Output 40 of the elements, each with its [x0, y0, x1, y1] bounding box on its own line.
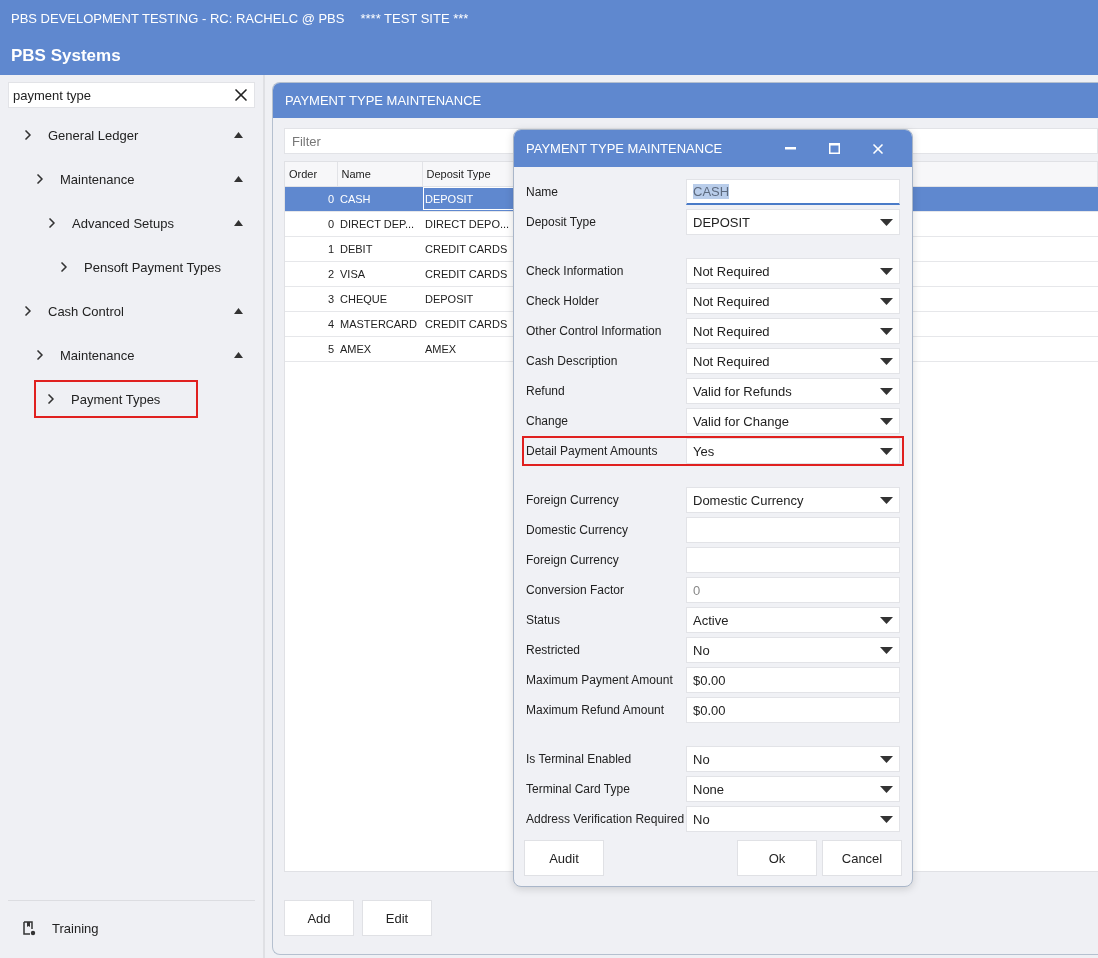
field-label: Foreign Currency	[526, 493, 620, 507]
table-cell: CASH	[337, 186, 422, 211]
table-cell: 1	[285, 236, 337, 261]
field-label: Foreign Currency	[526, 553, 620, 567]
field-label: Check Information	[526, 264, 625, 278]
table-cell: 0	[285, 211, 337, 236]
table-cell: 2	[285, 261, 337, 286]
table-cell: DIRECT DEP...	[337, 211, 422, 236]
table-cell: 3	[285, 286, 337, 311]
environment-title: PBS DEVELOPMENT TESTING - RC: RACHELC @ PBS	[11, 11, 345, 26]
site-note: **** TEST SITE ***	[360, 11, 469, 26]
field-label: Address Verification Required	[526, 812, 686, 826]
field-label: Change	[526, 414, 570, 428]
field-label: Refund	[526, 384, 566, 398]
field-label: Domestic Currency	[526, 523, 630, 537]
table-cell: AMEX	[337, 336, 422, 361]
table-cell: CHEQUE	[337, 286, 422, 311]
panel-title: PAYMENT TYPE MAINTENANCE	[273, 83, 1098, 118]
field-label: Other Control Information	[526, 324, 663, 338]
table-cell: 0	[285, 186, 337, 211]
table-cell: MASTERCARD	[337, 311, 422, 336]
field-label: Cash Description	[526, 354, 619, 368]
dialog-title: PAYMENT TYPE MAINTENANCE	[526, 141, 724, 156]
field-label: Maximum Refund Amount	[526, 703, 666, 717]
field-label: Detail Payment Amounts	[526, 444, 659, 458]
field-label: Check Holder	[526, 294, 600, 308]
app-name: PBS Systems	[11, 45, 122, 67]
table-cell: VISA	[337, 261, 422, 286]
field-label: Name	[526, 185, 559, 199]
field-label: Maximum Payment Amount	[526, 673, 674, 687]
field-label: Is Terminal Enabled	[526, 752, 633, 766]
readonly-field: 0	[686, 577, 900, 603]
field-label: Conversion Factor	[526, 583, 626, 597]
table-cell: DEBIT	[337, 236, 422, 261]
field-label: Terminal Card Type	[526, 782, 631, 796]
field-label: Deposit Type	[526, 215, 597, 229]
table-cell: 4	[285, 311, 337, 336]
field-label: Status	[526, 613, 562, 627]
field-label: Restricted	[526, 643, 582, 657]
table-cell: 5	[285, 336, 337, 361]
